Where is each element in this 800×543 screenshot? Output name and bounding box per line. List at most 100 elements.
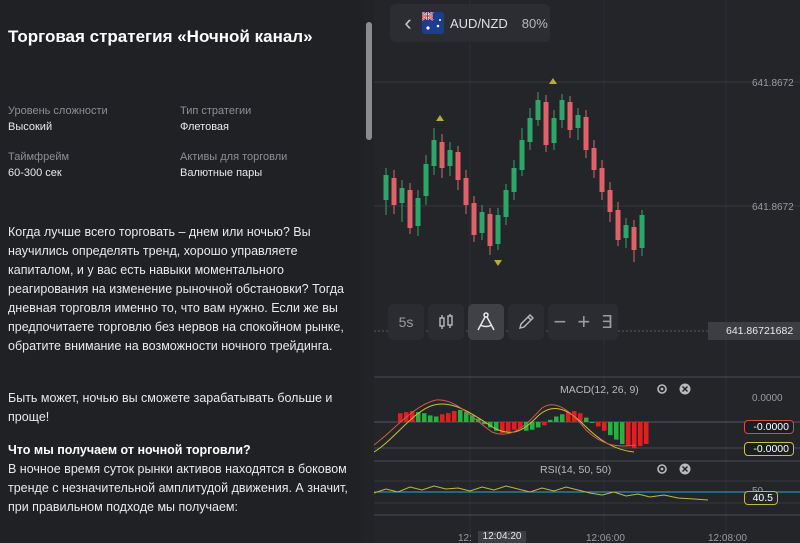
macd-histogram-tag: -0.0000 xyxy=(744,442,794,456)
compass-icon xyxy=(477,312,495,331)
macd-bar xyxy=(560,414,565,422)
macd-scale-value: 0.0000 xyxy=(752,393,783,404)
time-label-4: 12:08:00 xyxy=(708,533,747,543)
candle-body xyxy=(535,100,541,120)
pencil-icon xyxy=(519,314,534,329)
zoom-in-icon[interactable]: + xyxy=(577,309,590,335)
candlestick-series xyxy=(383,92,645,262)
price-level-2: 641.8672 xyxy=(752,202,794,213)
candle-body xyxy=(447,150,453,166)
candle-body xyxy=(559,100,565,120)
zoom-controls: − + ∃ xyxy=(548,304,618,340)
macd-bar xyxy=(638,422,643,447)
candle-body xyxy=(391,178,397,205)
candle-body xyxy=(471,203,477,235)
candle-body xyxy=(383,175,389,200)
drawing-button[interactable] xyxy=(508,304,544,340)
article-paragraph-1: Когда лучше всего торговать – днем или н… xyxy=(8,225,344,353)
macd-bar xyxy=(590,422,595,423)
current-price-tag: 641.86721682 xyxy=(708,322,800,340)
macd-label: MACD(12, 26, 9) xyxy=(560,384,639,396)
strategy-type-value: Флетовая xyxy=(180,121,229,133)
macd-bar xyxy=(428,415,433,422)
macd-bar xyxy=(602,422,607,431)
strategy-type-label: Тип стратегии xyxy=(180,105,252,117)
assets-label: Активы для торговли xyxy=(180,151,288,163)
zoom-out-icon[interactable]: − xyxy=(553,309,566,335)
candle-body xyxy=(439,142,445,168)
price-level-1: 641.8672 xyxy=(752,78,794,89)
time-label-1: 12: xyxy=(458,533,472,543)
macd-bar xyxy=(458,409,463,422)
rsi-line xyxy=(374,485,709,501)
macd-bar xyxy=(614,422,619,440)
difficulty-label: Уровень сложности xyxy=(8,105,108,117)
candle-body xyxy=(519,140,525,170)
macd-bar xyxy=(452,411,457,422)
macd-bar xyxy=(440,414,445,422)
candle-body xyxy=(639,215,645,248)
macd-bar xyxy=(434,416,439,422)
asset-selector[interactable]: ‹ AUD/NZD 80% xyxy=(390,4,550,42)
macd-bar xyxy=(596,422,601,427)
candle-body xyxy=(455,152,461,180)
gear-icon[interactable] xyxy=(657,384,667,394)
article-scrollbar-thumb[interactable] xyxy=(366,22,372,140)
chart-toolbar: 5s − + ∃ xyxy=(388,304,618,342)
article-title: Торговая стратегия «Ночной канал» xyxy=(8,27,313,46)
candle-body xyxy=(599,168,605,192)
close-icon[interactable] xyxy=(679,383,691,395)
article-subheading: Что мы получаем от ночной торговли? xyxy=(8,443,251,457)
macd-bar xyxy=(446,413,451,422)
timeframe-button-label: 5s xyxy=(398,314,414,330)
candle-body xyxy=(567,102,573,130)
candle-body xyxy=(575,115,581,128)
chart-panel[interactable]: 641.8672 641.8672 MACD(12, 26, 9) 0.0000… xyxy=(374,0,800,543)
candle-body xyxy=(463,178,469,205)
article-paragraph-3: В ночное время суток рынки активов наход… xyxy=(8,462,348,514)
difficulty-value: Высокий xyxy=(8,121,53,133)
chevron-left-icon[interactable]: ‹ xyxy=(396,4,420,42)
australia-flag-icon xyxy=(422,12,444,34)
arrow-up-marker xyxy=(436,115,444,121)
macd-histogram xyxy=(398,409,649,449)
macd-bar xyxy=(632,422,637,449)
chart-scale-icon[interactable]: ∃ xyxy=(601,312,612,333)
chart-type-button[interactable] xyxy=(428,304,464,340)
macd-signal-tag: -0.0000 xyxy=(744,420,794,434)
gear-icon[interactable] xyxy=(657,464,667,474)
candle-body xyxy=(511,168,517,192)
timeframe-label: Таймфрейм xyxy=(8,151,70,163)
macd-bar xyxy=(620,422,625,444)
time-label-3: 12:06:00 xyxy=(586,533,625,543)
candle-body xyxy=(607,190,613,212)
chart-grid xyxy=(374,0,800,543)
arrow-up-marker xyxy=(549,78,557,84)
arrow-down-marker xyxy=(494,260,502,266)
candle-body xyxy=(591,148,597,170)
macd-bar xyxy=(584,417,589,422)
timeframe-button[interactable]: 5s xyxy=(388,304,424,340)
candle-body xyxy=(631,227,637,250)
candle-body xyxy=(551,118,557,143)
article-panel: Торговая стратегия «Ночной канал» Уровен… xyxy=(0,0,374,543)
rsi-value-tag: 40.5 xyxy=(744,491,778,505)
candle-body xyxy=(623,225,629,238)
indicators-button[interactable] xyxy=(468,304,504,340)
macd-bar xyxy=(644,422,649,444)
candle-body xyxy=(543,102,549,145)
macd-bar xyxy=(422,413,427,422)
current-time-tag: 12:04:20 xyxy=(478,531,526,543)
candle-body xyxy=(615,210,621,240)
macd-bar xyxy=(626,422,631,447)
candle-body xyxy=(495,215,501,244)
rsi-label: RSI(14, 50, 50) xyxy=(540,464,611,476)
candles-icon xyxy=(439,314,453,329)
close-icon[interactable] xyxy=(679,463,691,475)
article-paragraph-2: Быть может, ночью вы сможете зарабатыват… xyxy=(8,391,333,424)
timeframe-value: 60-300 сек xyxy=(8,167,62,179)
price-chart[interactable]: 641.8672 641.8672 MACD(12, 26, 9) 0.0000… xyxy=(374,0,800,543)
candle-body xyxy=(415,198,421,226)
candle-body xyxy=(503,190,509,217)
candle-body xyxy=(407,190,413,228)
